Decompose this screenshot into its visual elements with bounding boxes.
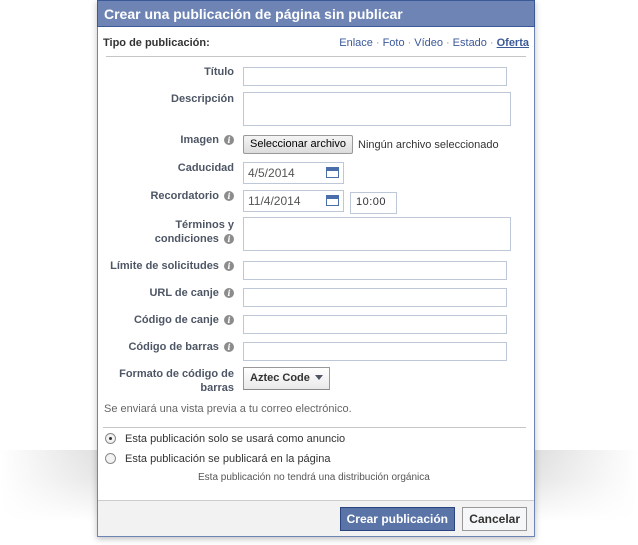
create-post-button[interactable]: Crear publicación [339,507,455,531]
radio-publish-page[interactable]: Esta publicación se publicará en la pági… [105,453,330,465]
description-textarea[interactable] [243,92,511,126]
file-status: Ningún archivo seleccionado [358,139,499,151]
create-unpublished-post-dialog: Crear una publicación de página sin publ… [97,0,535,537]
barcode-format-value: Aztec Code [250,372,310,384]
claim-limit-label-text: Límite de solicitudes [110,260,219,272]
terms-label-line1: Términos y [175,219,234,231]
terms-textarea[interactable] [243,217,511,251]
calendar-icon[interactable] [326,195,339,206]
claim-limit-label: Límite de solicitudes i [98,259,234,273]
dialog-title: Crear una publicación de página sin publ… [97,0,535,27]
image-label-text: Imagen [180,134,219,146]
dialog-footer: Crear publicación Cancelar [98,500,534,536]
description-label: Descripción [98,92,234,106]
radio-ad-only[interactable]: Esta publicación solo se usará como anun… [105,433,345,445]
redeem-url-label: URL de canje i [98,286,234,300]
title-label: Título [98,65,234,79]
reminder-time-value: 10:00 [356,196,387,208]
terms-label-line2: condiciones [154,233,219,245]
radio-ad-only-label: Esta publicación solo se usará como anun… [125,433,346,445]
info-icon[interactable]: i [224,191,234,201]
post-type-options: Enlace · Foto · Vídeo · Estado · Oferta [339,37,529,49]
info-icon[interactable]: i [224,288,234,298]
reminder-date-value: 11/4/2014 [248,194,301,208]
info-icon[interactable]: i [224,135,234,145]
claim-limit-input[interactable] [243,261,507,280]
barcode-format-label-line1: Formato de código de [119,368,234,380]
barcode-label-text: Código de barras [128,341,219,353]
barcode-input[interactable] [243,342,507,361]
redeem-code-input[interactable] [243,315,507,334]
info-icon[interactable]: i [224,342,234,352]
info-icon[interactable]: i [224,315,234,325]
expiration-label-text: Caducidad [177,162,234,174]
barcode-format-label: Formato de código de barras [98,367,234,395]
reminder-label-text: Recordatorio [150,190,219,202]
expiration-date-value: 4/5/2014 [248,166,295,180]
info-icon[interactable]: i [224,261,234,271]
post-type-link-estado[interactable]: Estado [453,37,487,49]
preview-note: Se enviará una vista previa a tu correo … [104,403,352,415]
post-type-label: Tipo de publicación: [103,37,210,49]
redeem-url-label-text: URL de canje [149,287,219,299]
choose-file-button[interactable]: Seleccionar archivo [243,135,353,154]
cancel-button[interactable]: Cancelar [462,507,527,531]
info-icon[interactable]: i [224,234,234,244]
separator: · [446,37,450,49]
chevron-down-icon [314,375,323,380]
post-type-row: Tipo de publicación: Enlace · Foto · Vídeo · E… [103,27,529,57]
redeem-code-label-text: Código de canje [133,314,219,326]
reminder-date-input[interactable]: 11/4/2014 [243,190,344,212]
radio-publish-page-label: Esta publicación se publicará en la pági… [125,453,331,465]
radio-button[interactable] [105,453,116,464]
redeem-url-input[interactable] [243,288,507,307]
title-label-text: Título [204,66,234,78]
calendar-icon[interactable] [326,167,339,178]
organic-distribution-note: Esta publicación no tendrá una distribuc… [198,472,430,483]
description-label-text: Descripción [171,93,234,105]
post-type-link-enlace[interactable]: Enlace [339,37,373,49]
post-type-link-foto[interactable]: Foto [383,37,405,49]
terms-label: Términos y condiciones i [98,218,234,246]
divider [103,427,526,428]
radio-button-selected[interactable] [105,433,116,444]
separator: · [407,37,412,49]
separator: · [489,37,494,49]
title-input[interactable] [243,67,507,86]
expiration-label: Caducidad [98,161,234,175]
barcode-format-label-line2: barras [200,382,234,394]
separator: · [375,37,380,49]
reminder-time-input[interactable]: 10:00 [350,192,397,214]
image-label: Imagen i [98,133,234,147]
reminder-label: Recordatorio i [98,189,234,203]
redeem-code-label: Código de canje i [98,313,234,327]
barcode-format-select[interactable]: Aztec Code [243,367,330,390]
post-type-link-video[interactable]: Vídeo [414,37,443,49]
post-type-link-oferta[interactable]: Oferta [497,37,529,49]
barcode-label: Código de barras i [98,340,234,354]
expiration-date-input[interactable]: 4/5/2014 [243,162,344,184]
